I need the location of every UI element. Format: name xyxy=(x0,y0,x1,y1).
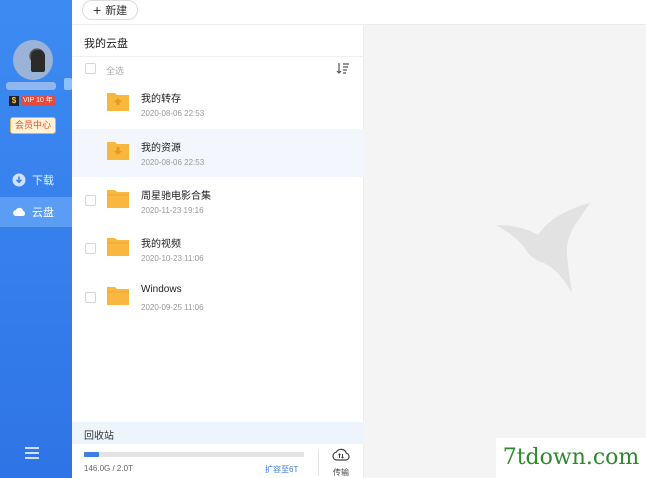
file-date: 2020-09-25 11:06 xyxy=(141,303,204,312)
storage-used-text: 146.0G / 2.0T xyxy=(84,464,133,473)
panel-title: 我的云盘 xyxy=(84,38,128,50)
top-toolbar: + 新建 xyxy=(72,0,646,25)
file-row[interactable]: 我的视频 2020-10-23 11:06 xyxy=(72,225,364,273)
recycle-bin-label: 回收站 xyxy=(84,431,114,442)
avatar[interactable] xyxy=(13,40,53,80)
nav-download-label: 下载 xyxy=(32,175,54,187)
nav-download[interactable]: 下载 xyxy=(0,165,72,195)
file-row[interactable]: 周星驰电影合集 2020-11-23 19:16 xyxy=(72,177,364,225)
hummingbird-logo-icon xyxy=(496,203,590,293)
plus-icon: + xyxy=(93,2,102,18)
file-date: 2020-10-23 11:06 xyxy=(141,254,204,263)
member-center-button[interactable]: 会员中心 xyxy=(10,117,56,134)
file-name: Windows xyxy=(141,284,182,295)
select-all-checkbox[interactable] xyxy=(85,63,96,74)
vip-level: VIP 10 年 xyxy=(21,96,55,106)
row-checkbox[interactable] xyxy=(85,243,96,254)
cloud-icon xyxy=(13,207,26,216)
divider xyxy=(318,450,319,476)
select-all-label: 全选 xyxy=(106,66,125,76)
folder-icon xyxy=(107,190,129,208)
file-panel: 我的云盘 全选 我的转存 2020-08-06 22:53 我的资源 2020-… xyxy=(72,25,364,478)
recycle-bin[interactable]: 回收站 xyxy=(72,422,364,444)
avatar-badge xyxy=(64,78,72,90)
storage-fill xyxy=(84,452,100,457)
sidebar: $ VIP 10 年 会员中心 下载 云盘 xyxy=(0,0,72,478)
row-checkbox[interactable] xyxy=(85,195,96,206)
dollar-icon: $ xyxy=(9,96,19,106)
file-row[interactable]: 我的转存 2020-08-06 22:53 xyxy=(72,80,364,128)
file-date: 2020-08-06 22:53 xyxy=(141,109,205,118)
expand-storage-link[interactable]: 扩容至6T xyxy=(265,464,298,475)
file-row[interactable]: 我的资源 2020-08-06 22:53 xyxy=(72,129,364,177)
new-button[interactable]: + 新建 xyxy=(82,0,139,20)
new-button-label: 新建 xyxy=(105,5,128,17)
folder-icon xyxy=(107,238,129,256)
menu-icon[interactable] xyxy=(25,447,39,459)
select-all-row: 全选 xyxy=(72,59,364,79)
download-icon xyxy=(12,173,26,187)
username xyxy=(6,82,56,90)
watermark-logo: 7tdown.com xyxy=(496,438,646,478)
file-row[interactable]: Windows 2020-09-25 11:06 xyxy=(72,274,364,322)
file-name: 我的转存 xyxy=(141,94,181,105)
folder-icon xyxy=(107,287,129,305)
file-name: 我的视频 xyxy=(141,239,181,250)
file-name: 周星驰电影合集 xyxy=(141,191,211,202)
storage-bar xyxy=(84,452,304,457)
file-date: 2020-11-23 19:16 xyxy=(141,206,204,215)
folder-resource-icon xyxy=(107,142,129,160)
file-name: 我的资源 xyxy=(141,143,181,154)
file-date: 2020-08-06 22:53 xyxy=(141,158,205,167)
storage-section: 146.0G / 2.0T 扩容至6T 传输 xyxy=(72,444,364,478)
nav-cloud[interactable]: 云盘 xyxy=(0,197,72,227)
nav-cloud-label: 云盘 xyxy=(32,207,54,219)
preview-area xyxy=(364,25,646,478)
row-checkbox[interactable] xyxy=(85,292,96,303)
sort-icon[interactable] xyxy=(336,62,350,74)
vip-badge: $ VIP 10 年 xyxy=(9,96,55,106)
transfer-icon xyxy=(332,448,350,461)
transfer-button[interactable]: 传输 xyxy=(330,447,352,477)
divider xyxy=(72,56,364,57)
transfer-label: 传输 xyxy=(333,468,349,477)
folder-transfer-icon xyxy=(107,93,129,111)
